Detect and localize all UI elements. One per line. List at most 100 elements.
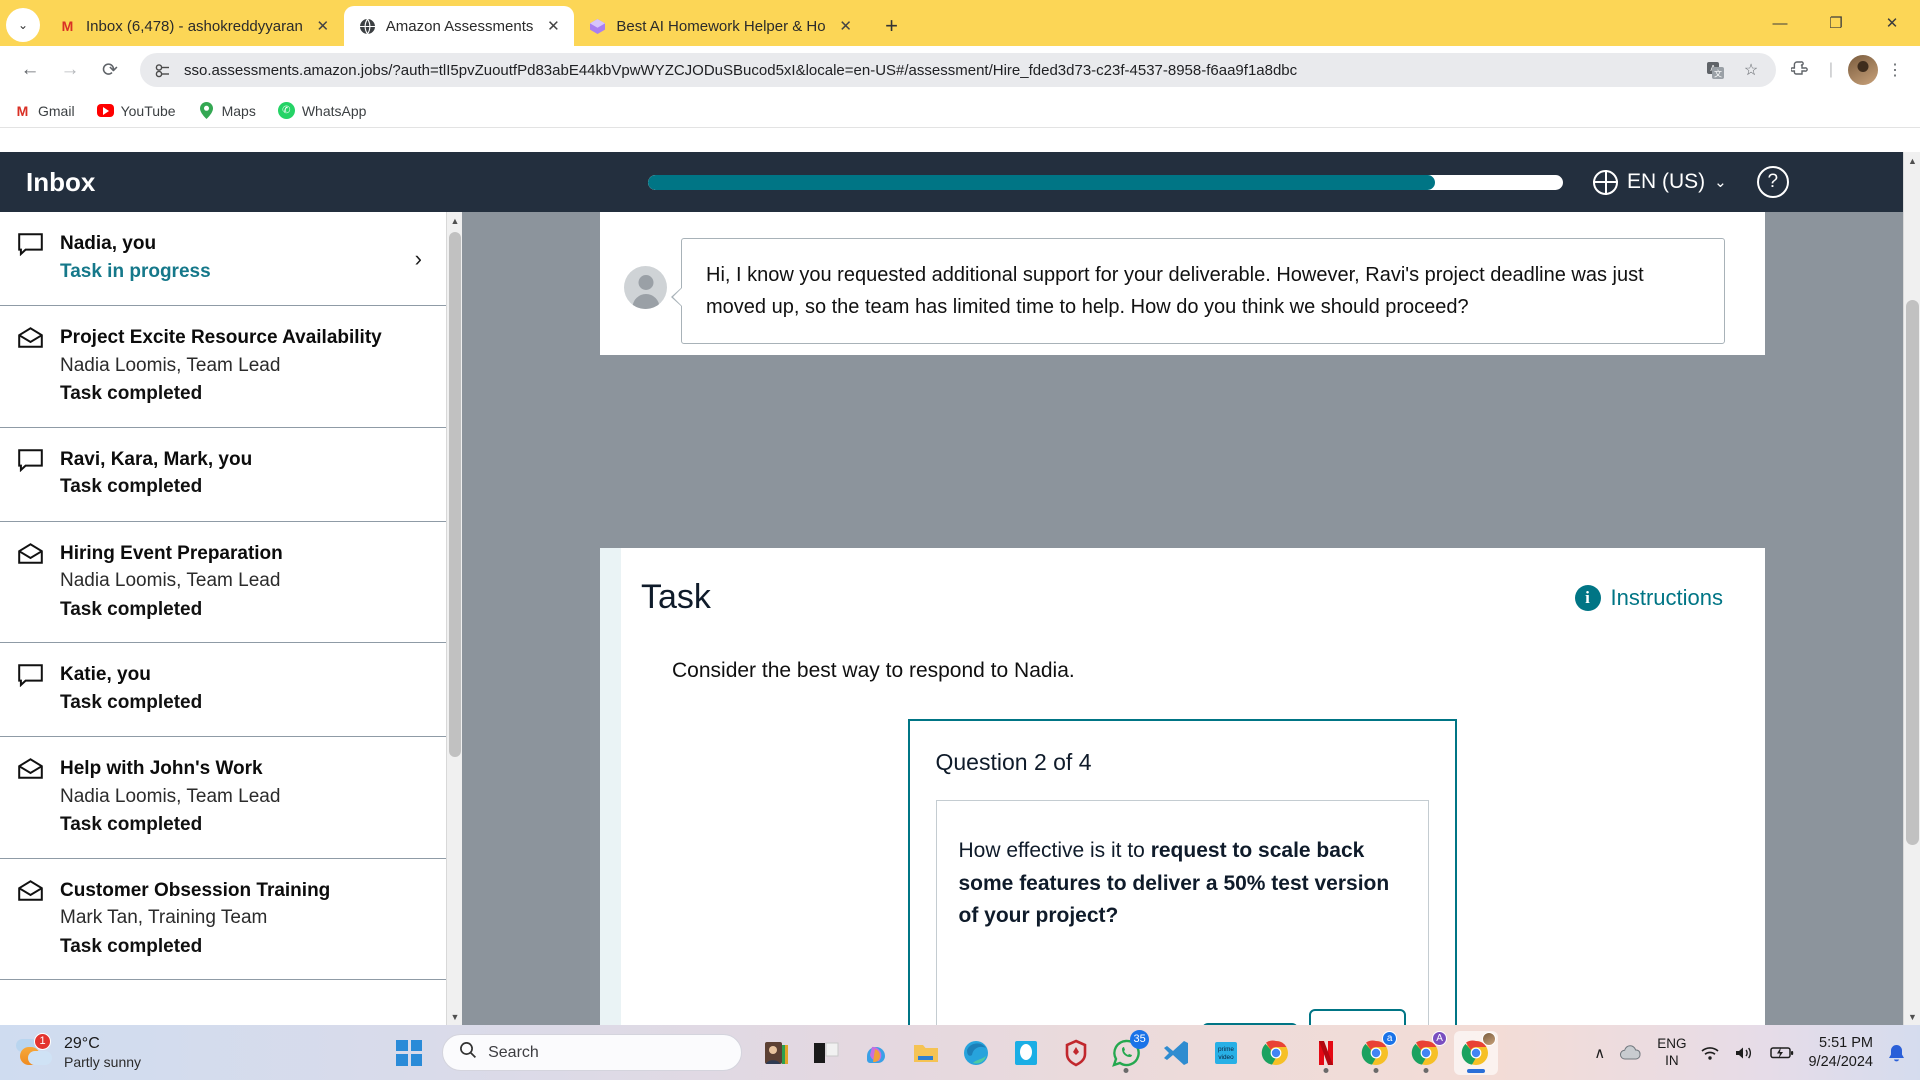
profile-avatar-badge [1482,1031,1497,1046]
inbox-item-sender: Nadia Loomis, Team Lead [60,785,281,807]
translate-icon[interactable]: A文 [1702,57,1728,83]
reload-icon[interactable]: ⟳ [92,52,128,88]
browser-tab-active[interactable]: Amazon Assessments ✕ [343,6,575,46]
taskbar-app-chrome-profile-a[interactable]: a [1354,1030,1398,1075]
tray-overflow-icon[interactable]: ∧ [1594,1044,1605,1062]
chat-bubble-icon [18,230,44,261]
close-icon[interactable]: ✕ [542,15,564,37]
taskbar-app-prime-video[interactable]: prime video [1204,1031,1248,1075]
clock-time: 5:51 PM [1819,1034,1873,1051]
inbox-item-sender: Mark Tan, Training Team [60,907,268,929]
inbox-item-customer-obsession[interactable]: Customer Obsession Training Mark Tan, Tr… [0,859,446,981]
inbox-item-katie-you[interactable]: Katie, you Task completed [0,643,446,738]
task-pane: Task i Instructions Consider the best wa… [600,548,1765,1025]
inbox-item-project-excite[interactable]: Project Excite Resource Availability Nad… [0,306,446,428]
scroll-up-icon[interactable]: ▲ [1904,152,1920,169]
inbox-item-title: Nadia, you [60,233,157,254]
weather-widget[interactable]: 1 29°C Partly sunny [0,1032,300,1072]
scroll-up-icon[interactable]: ▲ [447,212,463,229]
assessment-area: EN (US) ⌄ ? Hi, I know you requested add… [462,152,1920,1025]
taskbar-app-microsoft-edge[interactable] [954,1031,998,1075]
rating-scale[interactable] [959,1008,1406,1025]
youtube-icon [96,102,114,119]
inbox-item-help-john[interactable]: Help with John's Work Nadia Loomis, Team… [0,737,446,859]
scroll-down-icon[interactable]: ▼ [447,1008,463,1025]
start-button[interactable] [396,1039,423,1066]
input-language[interactable]: ENG IN [1657,1036,1686,1070]
page-title: Task [641,578,711,616]
task-card: Task i Instructions Consider the best wa… [621,548,1765,1025]
browser-tab[interactable]: Best AI Homework Helper & Ho ✕ [574,6,866,46]
inbox-item-sender: Nadia Loomis, Team Lead [60,570,281,592]
bookmark-whatsapp[interactable]: ✆ WhatsApp [277,102,367,119]
clock-date: 9/24/2024 [1808,1053,1873,1070]
taskbar-app-chrome-current[interactable] [1454,1030,1499,1075]
inbox-title: Inbox [0,152,462,212]
rating-option-4[interactable] [1309,1008,1406,1025]
close-icon[interactable]: ✕ [312,15,334,37]
minimize-icon[interactable]: — [1752,0,1808,46]
taskbar-app-chrome-profile-b[interactable]: A [1404,1030,1448,1075]
globe-icon [358,17,377,36]
chevron-right-icon[interactable]: › [415,246,422,272]
inbox-item-hiring-event[interactable]: Hiring Event Preparation Nadia Loomis, T… [0,522,446,644]
inbox-scrollbar[interactable]: ▲ ▼ [446,212,462,1025]
scroll-down-icon[interactable]: ▼ [1904,1008,1920,1025]
battery-charging-icon[interactable] [1770,1045,1794,1060]
close-icon[interactable]: ✕ [835,15,857,37]
browser-menu-icon[interactable]: ⋮ [1882,57,1908,83]
extensions-icon[interactable] [1788,57,1814,83]
conversation-pane: Hi, I know you requested additional supp… [600,212,1765,355]
taskbar-app-netflix[interactable] [1304,1031,1348,1075]
taskbar-app-file-explorer[interactable] [904,1031,948,1075]
notification-badge: 1 [34,1032,51,1050]
taskbar-app-google-chrome[interactable] [1254,1031,1298,1075]
taskbar-app-whatsapp[interactable]: 35 [1104,1029,1150,1075]
onedrive-icon[interactable] [1619,1044,1643,1061]
language-selector[interactable]: EN (US) ⌄ [1593,169,1727,195]
bookmark-gmail[interactable]: M Gmail [14,102,75,119]
search-input[interactable]: Search [442,1034,743,1071]
site-settings-icon[interactable] [150,58,174,82]
taskbar-app-copilot[interactable] [854,1031,898,1075]
tab-strip: ⌄ M Inbox (6,478) - ashokreddyyaran ✕ Am… [0,0,1920,46]
inbox-item-nadia-you[interactable]: Nadia, you Task in progress › [0,212,446,306]
bookmark-label: WhatsApp [301,102,367,119]
address-bar[interactable]: sso.assessments.amazon.jobs/?auth=tlI5pv… [140,53,1776,87]
forward-icon[interactable]: → [52,52,88,88]
instructions-link[interactable]: i Instructions [1574,584,1723,611]
envelope-open-icon [18,324,44,353]
inbox-item-sender: Nadia Loomis, Team Lead [60,354,281,376]
maximize-icon[interactable]: ❐ [1808,0,1864,46]
inbox-item-status: Task completed [60,935,203,957]
bookmark-star-icon[interactable]: ☆ [1738,57,1764,83]
clock[interactable]: 5:51 PM 9/24/2024 [1808,1034,1873,1072]
page-scrollbar[interactable]: ▲ ▼ [1903,152,1920,1025]
wifi-icon[interactable] [1700,1045,1720,1061]
new-tab-button[interactable]: + [875,9,909,43]
volume-icon[interactable] [1734,1045,1756,1061]
bookmark-maps[interactable]: Maps [198,102,256,119]
profile-avatar[interactable] [1848,55,1878,85]
language-label: EN (US) [1627,170,1706,193]
taskbar-app-zoom[interactable] [1004,1031,1048,1075]
task-prompt: Consider the best way to respond to Nadi… [672,659,1075,682]
taskbar-app-contact[interactable] [754,1031,798,1075]
browser-tab[interactable]: M Inbox (6,478) - ashokreddyyaran ✕ [44,6,344,46]
envelope-open-icon [18,877,44,906]
tab-search-chevron-icon[interactable]: ⌄ [6,8,40,42]
scrollbar-thumb[interactable] [1906,300,1919,845]
bell-icon[interactable] [1887,1043,1906,1063]
scrollbar-thumb[interactable] [449,232,461,757]
taskbar-app-task-view[interactable] [804,1031,848,1075]
inbox-item-ravi-kara-mark[interactable]: Ravi, Kara, Mark, you Task completed [0,428,446,522]
back-icon[interactable]: ← [12,52,48,88]
taskbar-app-brave[interactable] [1054,1031,1098,1075]
close-window-icon[interactable]: ✕ [1864,0,1920,46]
taskbar-app-vscode[interactable] [1154,1031,1198,1075]
help-icon[interactable]: ? [1756,166,1789,198]
bookmark-youtube[interactable]: YouTube [96,102,176,119]
inbox-panel: Inbox Nadia, you Task in progress › Proj… [0,152,462,1025]
ai-icon [588,17,607,36]
inbox-item-status: Task in progress [60,260,211,282]
